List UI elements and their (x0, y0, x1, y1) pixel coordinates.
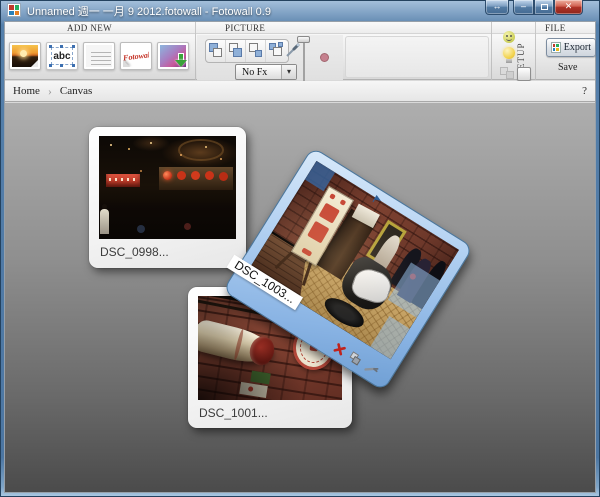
scene-shape (163, 171, 172, 180)
app-icon-tile (9, 11, 14, 16)
close-button[interactable]: ✕ (554, 0, 583, 15)
effects-dropdown[interactable]: No Fx ▾ (235, 64, 297, 80)
lower-button[interactable] (226, 40, 246, 62)
toolbar-empty-panel (345, 36, 489, 78)
layer-square (506, 71, 514, 79)
scene-shape (159, 167, 233, 190)
color-dot-indicator[interactable] (320, 53, 329, 62)
slider-track (303, 42, 305, 82)
app-icon-tile (9, 5, 14, 10)
bring-front-button[interactable] (246, 40, 266, 62)
resize-button[interactable]: ↔ (485, 0, 509, 15)
export-button[interactable]: Export (546, 38, 596, 57)
section-divider (535, 22, 536, 80)
window-title: Unnamed 週一 一月 9 2012.fotowall - Fotowall… (27, 3, 271, 19)
page-fold (123, 60, 130, 67)
chevron-down-icon: ▾ (281, 65, 296, 79)
stack-icon (255, 50, 262, 57)
canvas-area[interactable]: DSC_0998... DSC_1001... (5, 103, 595, 492)
flip-icon[interactable] (347, 351, 363, 367)
text-tool-icon: abc (51, 47, 73, 65)
disabled-layers-icon (500, 67, 515, 80)
breadcrumb: Home › Canvas ? (5, 81, 595, 102)
minimize-button[interactable]: – (513, 0, 534, 15)
arrow-head (175, 60, 187, 67)
add-web-picture-button[interactable] (157, 42, 189, 70)
delete-icon[interactable] (332, 342, 347, 357)
photo-label: DSC_1001... (199, 406, 268, 420)
raise-button[interactable] (206, 40, 226, 62)
wrench-icon[interactable] (363, 361, 380, 377)
app-icon-tile (15, 11, 20, 16)
setup-checkbox[interactable] (517, 67, 531, 81)
breadcrumb-home[interactable]: Home (13, 85, 40, 97)
scene-shape (99, 200, 236, 239)
effects-value: No Fx (242, 67, 267, 78)
export-label: Export (564, 42, 591, 53)
titlebar[interactable]: Unnamed 週一 一月 9 2012.fotowall - Fotowall… (0, 0, 600, 21)
section-divider (491, 22, 492, 80)
maximize-button[interactable] (534, 0, 554, 15)
scene-shape (100, 209, 109, 234)
add-new-tools: abc Fotowall (9, 42, 189, 70)
picture-icon (12, 45, 38, 67)
smiley-icon[interactable] (503, 31, 515, 43)
export-icon-tile (556, 44, 558, 47)
wordcloud-icon (86, 45, 112, 67)
breadcrumb-separator-icon: › (48, 84, 52, 99)
download-arrow-icon (175, 54, 187, 68)
export-icon-tile (556, 48, 558, 51)
section-label-picture: PICTURE (225, 23, 265, 33)
scene-shape (184, 223, 191, 230)
stack-icon (213, 48, 222, 57)
photo-frame-dsc0998[interactable]: DSC_0998... (89, 127, 246, 268)
slider-handle[interactable] (297, 36, 310, 43)
save-button[interactable]: Save (558, 62, 577, 73)
fotowall-window: Unnamed 週一 一月 9 2012.fotowall - Fotowall… (0, 0, 600, 497)
bulb-base (506, 59, 512, 63)
photo-image (99, 136, 236, 239)
export-icon (551, 42, 561, 53)
add-canvas-button[interactable]: Fotowall (120, 42, 152, 70)
ribbon-toolbar: ADD NEW PICTURE FILE abc (5, 22, 595, 80)
page-fold (31, 60, 38, 67)
scene-shape (178, 139, 223, 161)
section-label-file: FILE (545, 23, 566, 33)
add-picture-button[interactable] (9, 42, 41, 70)
app-icon-tile (15, 5, 20, 10)
client-area: ADD NEW PICTURE FILE abc (4, 21, 596, 493)
help-button[interactable]: ? (582, 85, 587, 97)
export-icon-tile (553, 48, 555, 51)
scene-shape (106, 174, 140, 187)
stack-order-group (205, 39, 289, 63)
export-icon-tile (553, 44, 555, 47)
bulb-glass (503, 47, 515, 59)
section-divider (195, 22, 196, 80)
photo-label: DSC_0998... (100, 245, 169, 259)
add-wordcloud-button[interactable] (83, 42, 115, 70)
send-back-button[interactable] (266, 40, 286, 62)
section-label-add-new: ADD NEW (67, 23, 112, 33)
stack-icon (278, 42, 283, 47)
opacity-slider[interactable] (297, 36, 311, 84)
stack-icon (273, 47, 282, 56)
maximize-icon (541, 4, 548, 10)
lightbulb-icon[interactable] (503, 47, 515, 63)
selection-handles-icon (49, 45, 52, 48)
fotowall-page-icon: Fotowall (123, 45, 149, 67)
stack-icon (233, 48, 242, 57)
breadcrumb-canvas[interactable]: Canvas (60, 85, 92, 97)
app-icon (7, 3, 21, 17)
add-text-button[interactable]: abc (46, 42, 78, 70)
